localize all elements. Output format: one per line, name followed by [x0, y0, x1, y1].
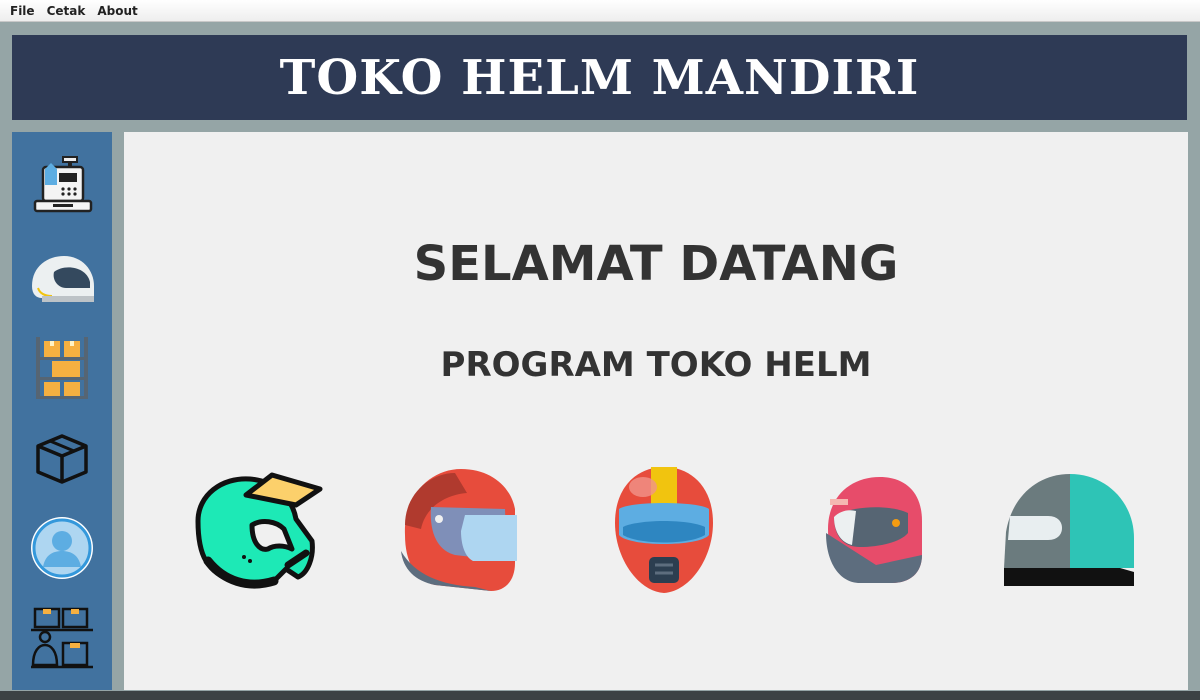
menu-bar: File Cetak About — [0, 0, 1200, 22]
motocross-helmet-icon — [195, 472, 323, 589]
main-panel: SELAMAT DATANG PROGRAM TOKO HELM — [124, 132, 1188, 690]
box-icon — [36, 434, 88, 484]
app-header: TOKO HELM MANDIRI — [12, 35, 1187, 120]
helmet-image-4 — [801, 462, 941, 597]
racing-helmet-icon — [826, 476, 922, 583]
helmet-icon — [32, 256, 94, 302]
cash-register-icon — [33, 156, 93, 213]
full-face-helmet-icon — [615, 466, 713, 593]
sidebar-item-helmet[interactable] — [26, 244, 98, 316]
helmet-image-5 — [997, 462, 1137, 597]
red-sport-helmet-icon — [401, 468, 517, 591]
sidebar-item-stock[interactable] — [26, 332, 98, 404]
helmet-image-1 — [186, 462, 326, 597]
staff-inventory-icon — [31, 607, 93, 669]
menu-about[interactable]: About — [91, 0, 143, 22]
sidebar-item-products[interactable] — [26, 422, 98, 494]
sidebar-item-user[interactable] — [26, 512, 98, 584]
warehouse-shelf-icon — [36, 337, 88, 399]
sidebar-item-staff[interactable] — [26, 602, 98, 674]
menu-file[interactable]: File — [4, 0, 41, 22]
helmet-image-2 — [390, 462, 530, 597]
sidebar-item-cashier[interactable] — [26, 150, 98, 222]
teal-half-helmet-icon — [1004, 473, 1134, 586]
menu-cetak[interactable]: Cetak — [41, 0, 92, 22]
user-profile-icon — [31, 517, 93, 579]
helmet-image-3 — [594, 462, 734, 597]
welcome-heading: SELAMAT DATANG — [413, 236, 899, 292]
status-strip — [0, 691, 1200, 700]
sidebar — [12, 132, 112, 690]
store-title: TOKO HELM MANDIRI — [279, 49, 920, 106]
program-subtitle: PROGRAM TOKO HELM — [440, 345, 872, 385]
